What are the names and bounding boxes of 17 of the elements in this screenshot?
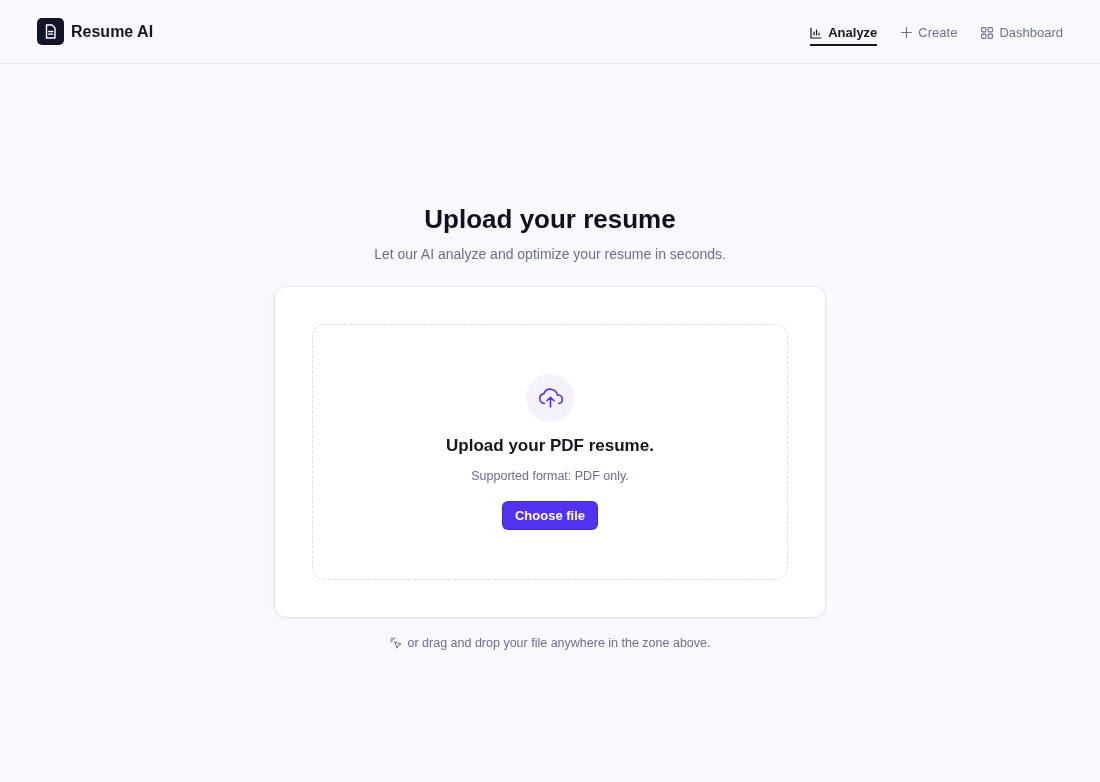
nav-tab[interactable]: Analyze [810,19,878,46]
cursor-click-icon [389,637,402,649]
page-title: Upload your resume [424,204,676,234]
nav-tab[interactable]: Dashboard [981,19,1063,46]
grid-icon [981,26,994,39]
choose-file-button[interactable]: Choose file [503,502,597,529]
bar-chart-icon [810,26,823,39]
drop-zone[interactable]: Upload your PDF resume. Supported format: PDF only. Choose file [312,324,788,580]
page-subtitle: Let our AI analyze and optimize your resume in seconds. [374,245,726,263]
nav-tab[interactable]: Create [901,19,958,46]
cloud-upload-icon [526,374,574,422]
document-logo-icon [37,18,64,45]
brand-name: Resume AI [71,22,154,41]
format-note: Supported format: PDF only. [471,468,629,484]
drag-drop-hint: or drag and drop your file anywhere in the zone above. [407,636,711,650]
upload-title: Upload your PDF resume. [446,436,654,456]
plus-icon [901,27,913,38]
